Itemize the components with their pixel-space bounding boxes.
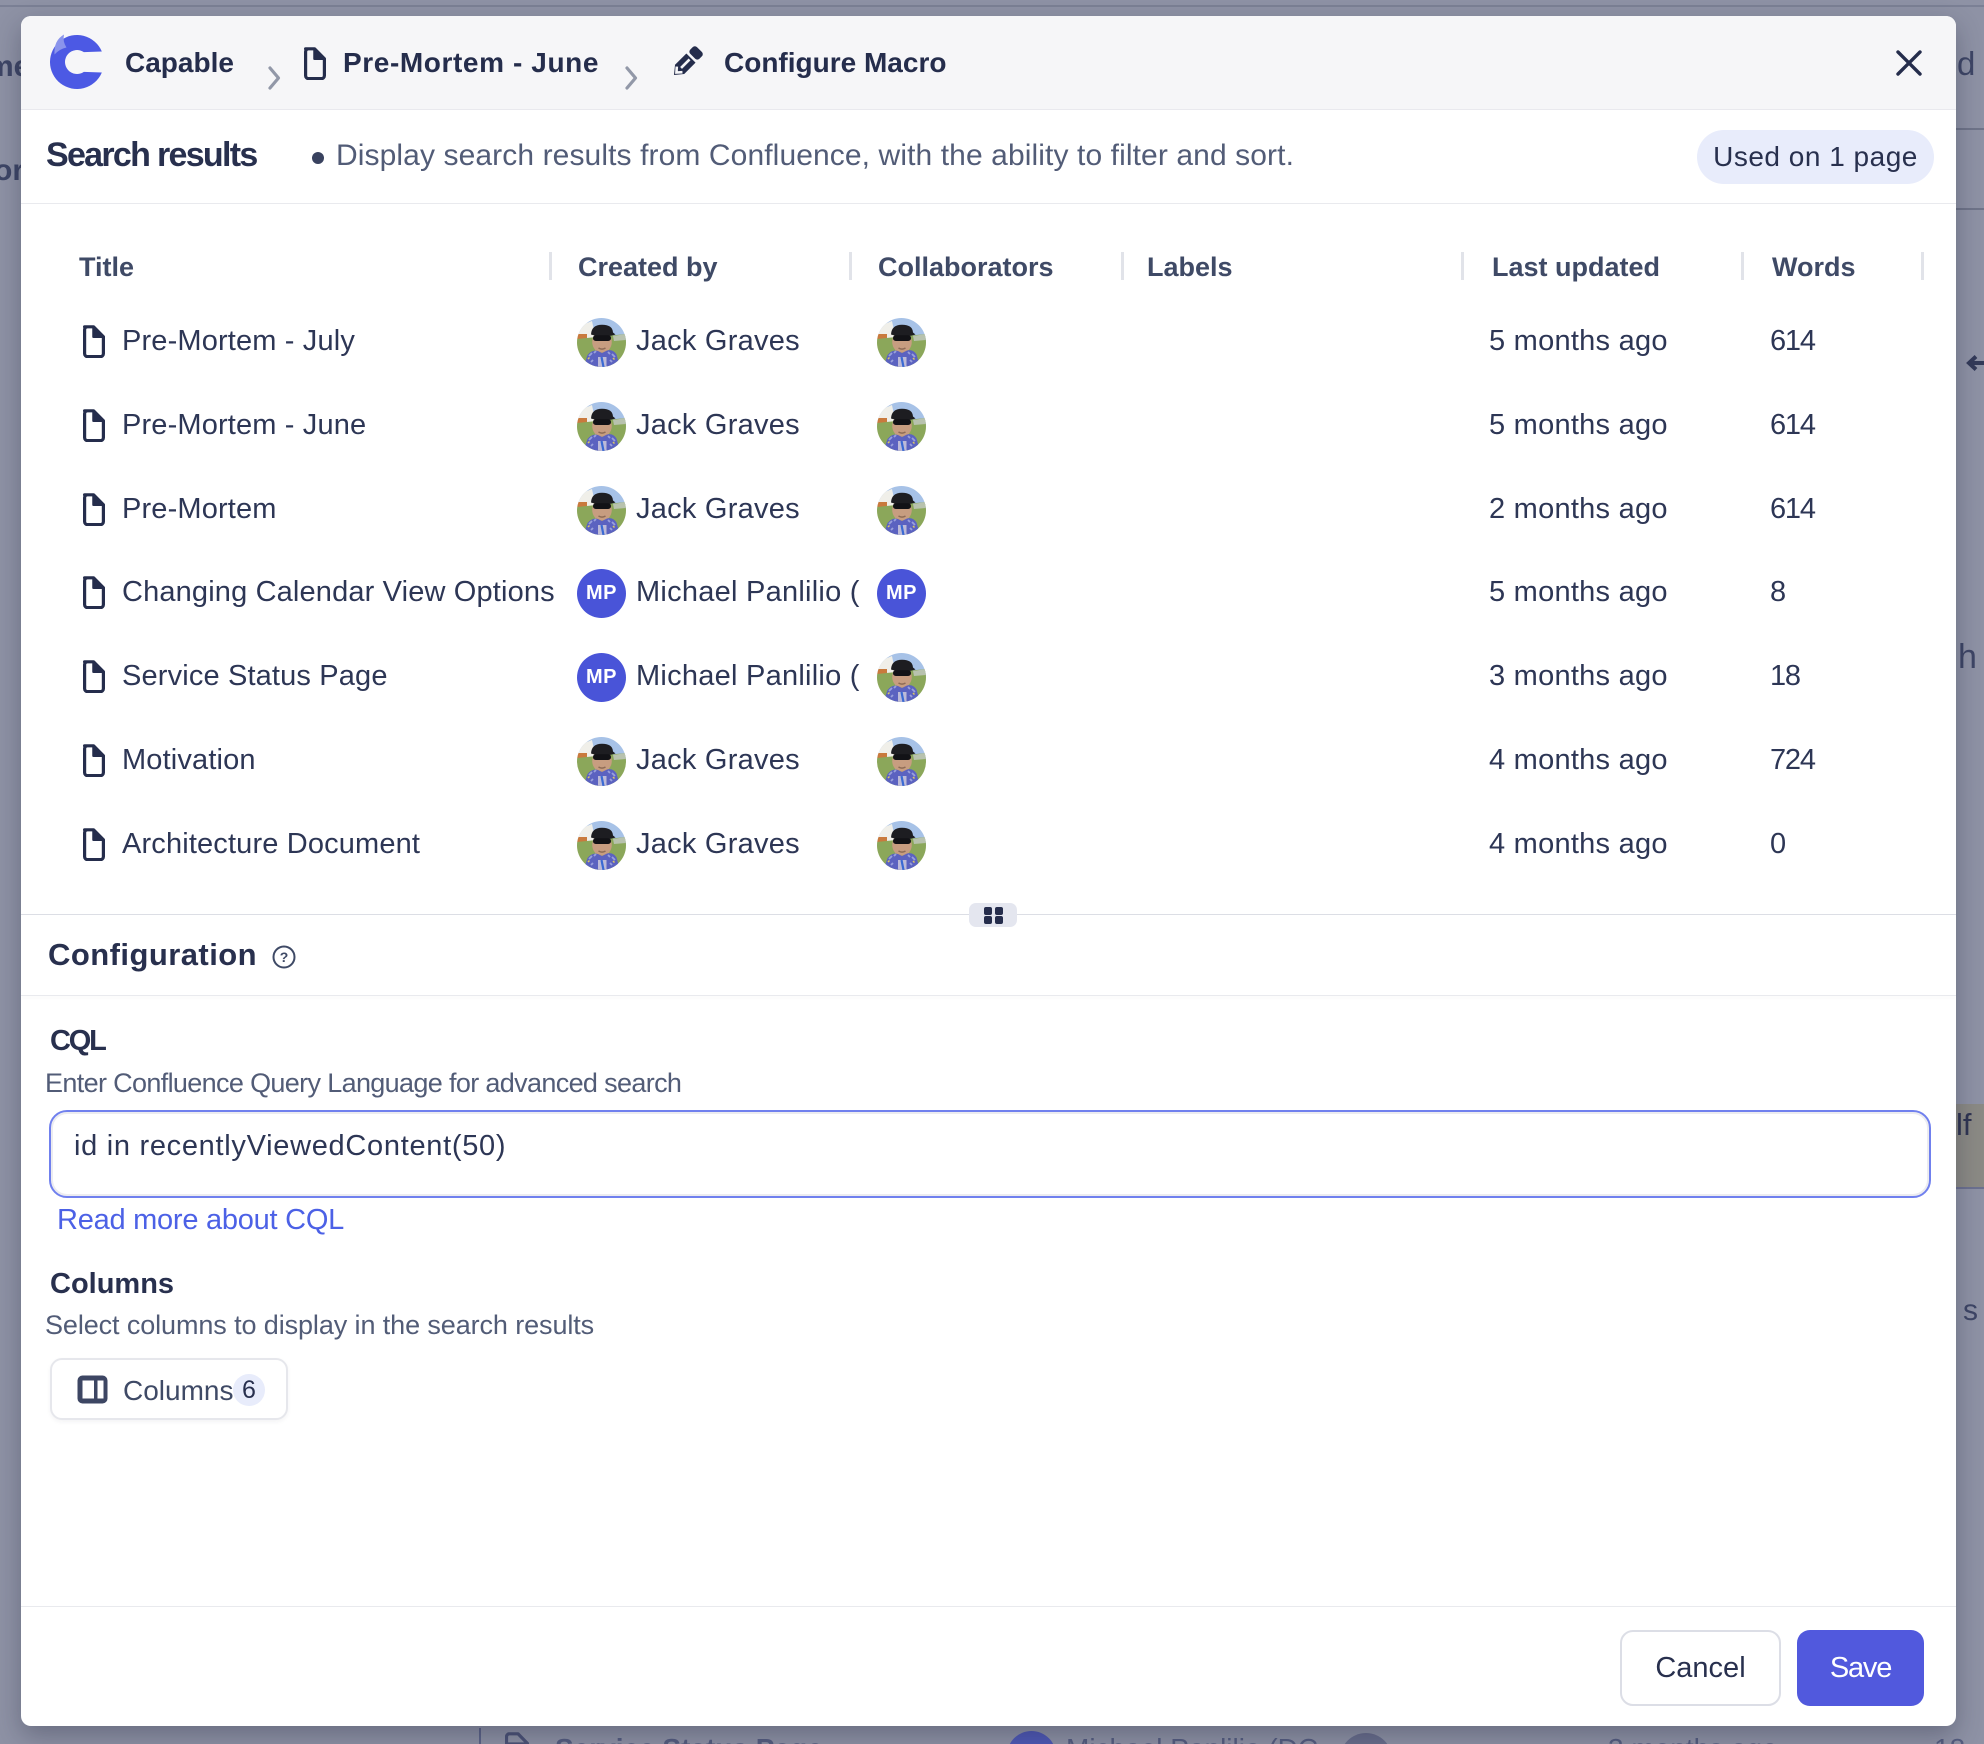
svg-text:?: ? bbox=[280, 949, 289, 965]
